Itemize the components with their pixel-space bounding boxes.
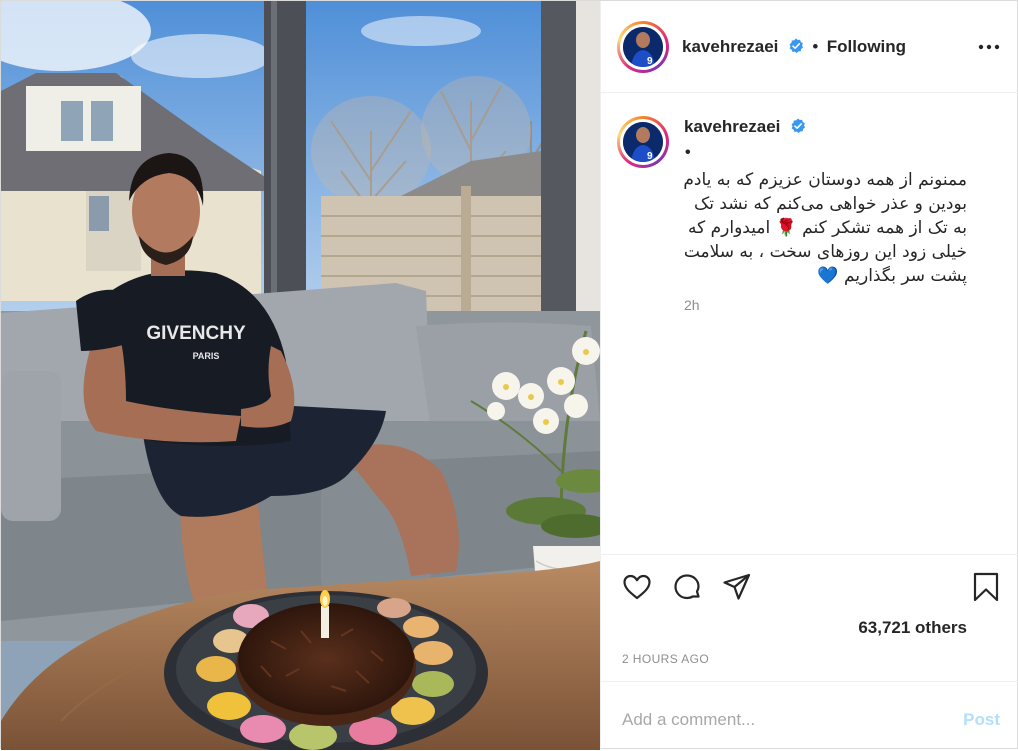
header-user-line: kavehrezaei • Following	[682, 37, 906, 57]
heart-icon[interactable]	[621, 571, 653, 603]
shirt-city-text: PARIS	[193, 351, 220, 361]
caption-time[interactable]: 2h	[684, 297, 700, 313]
post-actions: 63,721 others 2 HOURS AGO Add a comment.…	[601, 554, 1018, 750]
following-button[interactable]: Following	[827, 37, 906, 56]
author-avatar[interactable]: 9	[617, 21, 669, 73]
jersey-number-text: 9	[647, 56, 653, 67]
likes-count[interactable]: 63,721 others	[858, 618, 967, 638]
instagram-post: GIVENCHY PARIS 9 kavehrezaei • Following…	[0, 0, 1018, 750]
posted-time[interactable]: 2 HOURS AGO	[622, 652, 709, 666]
caption-user-line: kavehrezaei	[684, 117, 806, 137]
caption-jersey-number-text: 9	[647, 151, 653, 162]
share-icon[interactable]	[721, 571, 753, 603]
author-username[interactable]: kavehrezaei	[682, 37, 778, 56]
caption-username[interactable]: kavehrezaei	[684, 117, 780, 136]
verified-badge-icon	[789, 38, 803, 53]
post-header: 9 kavehrezaei • Following	[601, 1, 1018, 93]
comment-icon[interactable]	[671, 571, 703, 603]
add-comment-bar: Add a comment... Post	[601, 681, 1018, 751]
caption-author-avatar[interactable]: 9	[617, 116, 669, 168]
post-side-panel: 9 kavehrezaei • Following 9 kavehrezaei …	[600, 1, 1018, 750]
more-options-icon[interactable]	[978, 38, 1000, 56]
header-separator: •	[812, 37, 819, 56]
post-comment-button[interactable]: Post	[963, 710, 1000, 730]
caption-comment: 9 kavehrezaei • ممنونم از همه دوستان عزی…	[601, 94, 1018, 554]
comment-input[interactable]: Add a comment...	[622, 710, 755, 730]
caption-bullet: •	[685, 144, 691, 161]
bookmark-icon[interactable]	[970, 571, 1002, 603]
caption-verified-badge-icon	[791, 118, 805, 133]
post-photo[interactable]: GIVENCHY PARIS	[1, 1, 600, 750]
caption-text: ممنونم از همه دوستان عزیزم که به یادم بو…	[683, 170, 967, 286]
shirt-brand-text: GIVENCHY	[146, 323, 246, 344]
